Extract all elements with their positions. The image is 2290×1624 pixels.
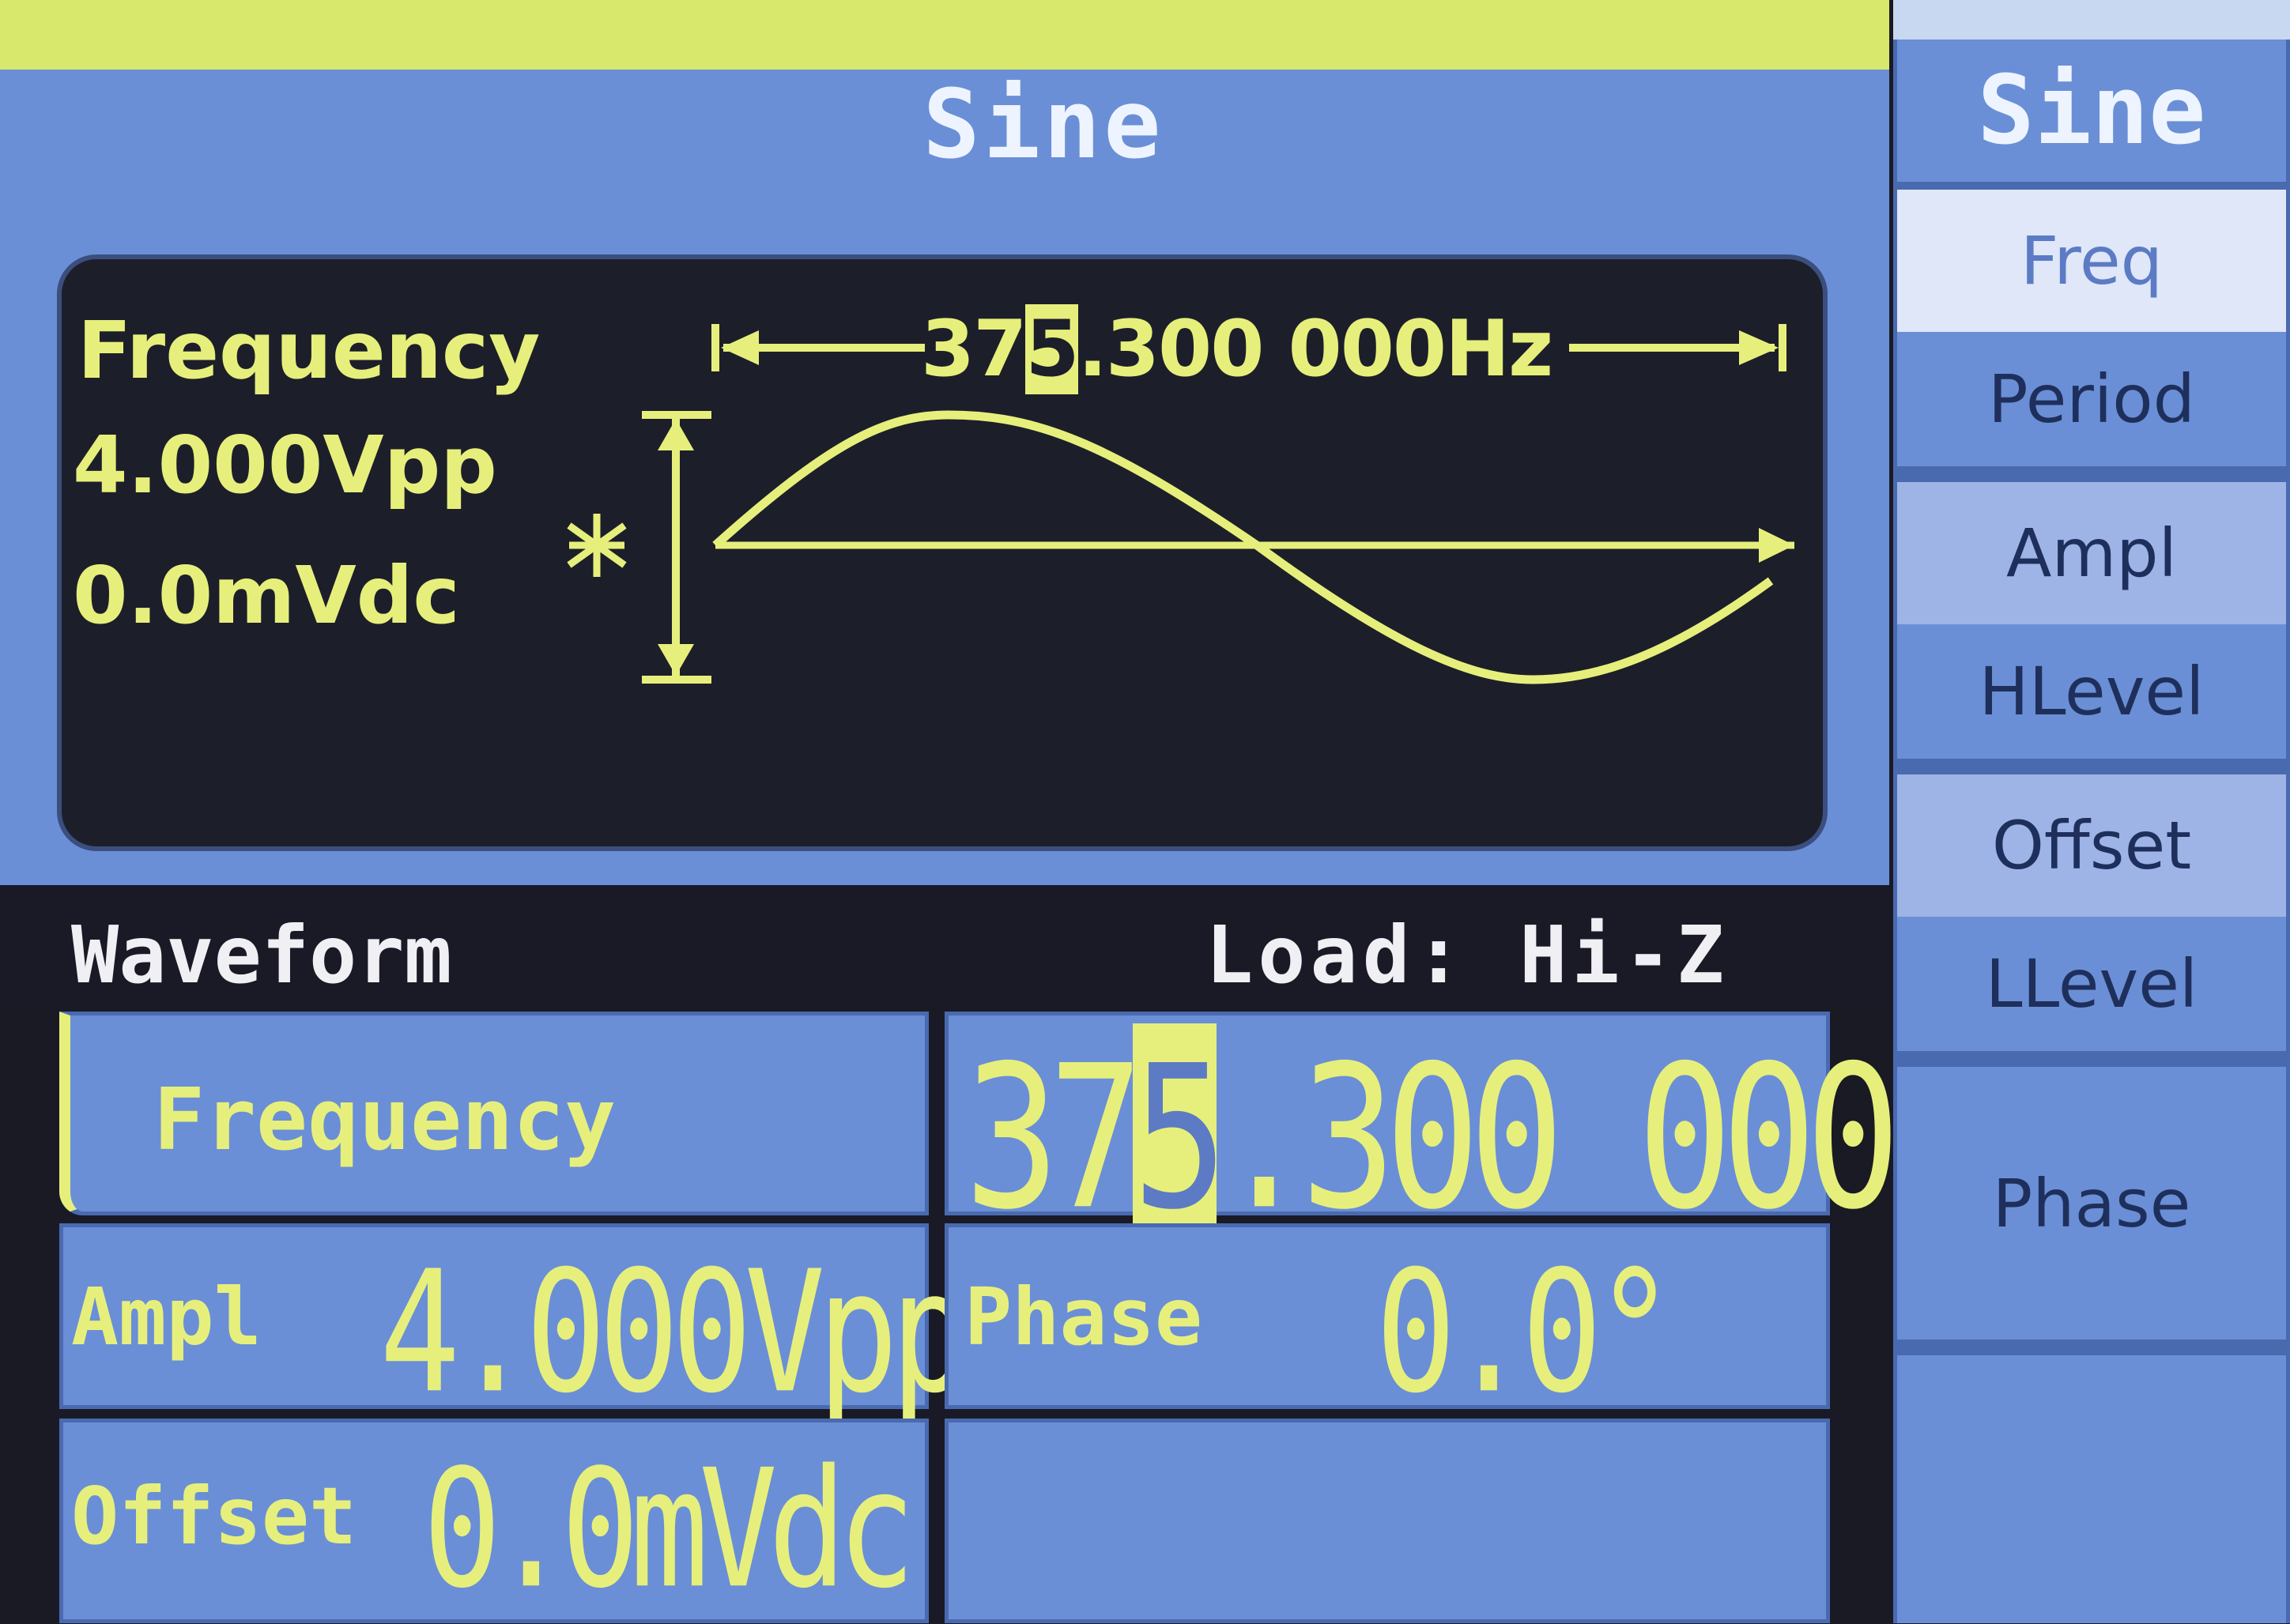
freq-value-prefix: 37 <box>964 1023 1144 1254</box>
softkey-ampl[interactable]: Ampl <box>1897 482 2286 624</box>
amplitude-arrow-icon <box>642 411 711 684</box>
softkey-phase[interactable]: Phase <box>1897 1067 2286 1340</box>
amplitude-param-label: Ampl <box>71 1271 262 1363</box>
phase-value: 0.0° <box>1375 1235 1675 1431</box>
waveform-label: Waveform <box>71 909 452 1001</box>
offset-value: 0.0mVdc <box>423 1434 915 1624</box>
amplitude-value: 4.000Vpp <box>379 1235 971 1431</box>
phase-param-cell[interactable]: Phase 0.0° <box>945 1223 1830 1431</box>
empty-param-cell <box>945 1419 1830 1623</box>
softkey-llevel[interactable]: LLevel <box>1897 917 2286 1051</box>
softkey-freq[interactable]: Freq <box>1897 190 2286 332</box>
phase-param-label: Phase <box>964 1271 1203 1363</box>
offset-param-cell[interactable]: Offset 0.0mVdc <box>59 1419 929 1624</box>
offset-marker-icon <box>567 514 627 577</box>
softkey-hlevel[interactable]: HLevel <box>1897 624 2286 759</box>
baseline-arrow-icon <box>1759 528 1794 563</box>
softkey-title: Sine <box>1897 40 2286 182</box>
load-status: Load: Hi-Z <box>1205 909 1730 1001</box>
softkey-empty <box>1897 1355 2286 1623</box>
frequency-param-label: Frequency <box>153 1071 617 1170</box>
offset-param-label: Offset <box>71 1470 357 1562</box>
waveform-graphics <box>567 324 1794 684</box>
period-arrow-icon <box>711 324 1786 371</box>
frequency-param-cell[interactable]: Frequency <box>59 1012 929 1215</box>
softkey-period[interactable]: Period <box>1897 332 2286 466</box>
frequency-value-cell[interactable]: 375.300 000Hz <box>945 1012 2069 1254</box>
softkey-offset[interactable]: Offset <box>1897 774 2286 917</box>
freq-value-cursor-digit: 5 <box>1132 1023 1228 1254</box>
amplitude-param-cell[interactable]: Ampl 4.000Vpp <box>59 1223 971 1431</box>
softkey-top-strip <box>1893 0 2290 40</box>
